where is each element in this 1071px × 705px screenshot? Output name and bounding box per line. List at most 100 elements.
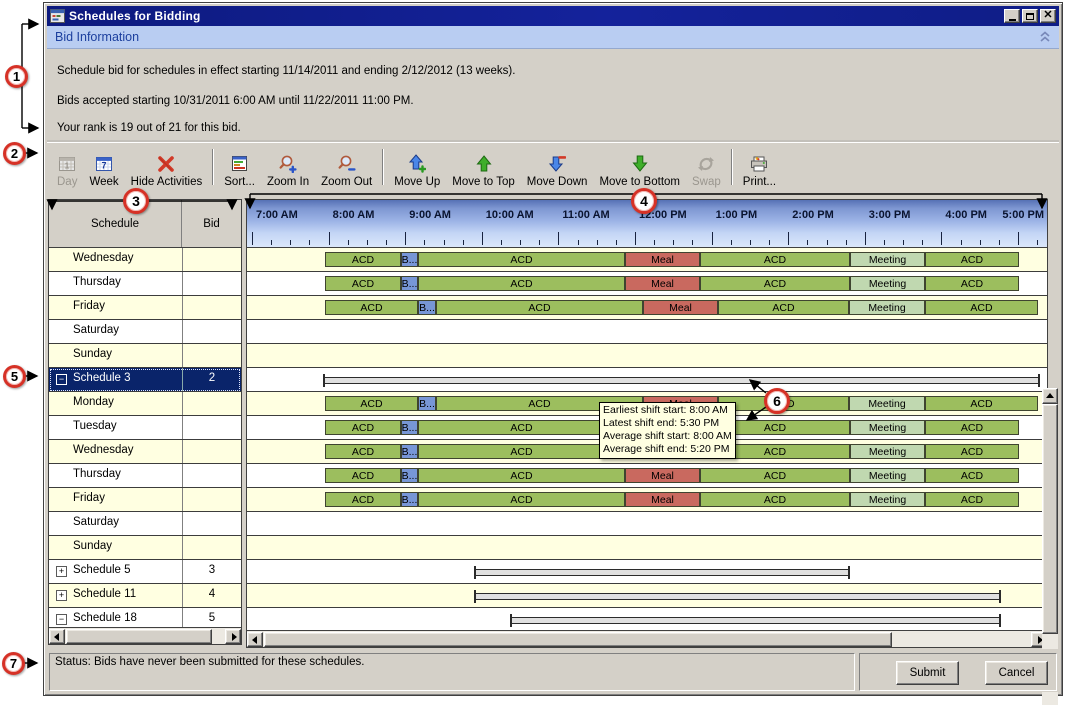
activity-bar-break[interactable]: B...	[401, 252, 418, 267]
close-button[interactable]: ✕	[1040, 9, 1056, 23]
day-row-sunday[interactable]: Sunday	[49, 344, 241, 368]
activity-bar-acd[interactable]: ACD	[925, 276, 1019, 291]
toolbar-button-zoom-in[interactable]: Zoom In	[261, 145, 315, 189]
activity-bar-acd[interactable]: ACD	[325, 276, 401, 291]
cancel-button[interactable]: Cancel	[985, 661, 1048, 685]
expand-icon[interactable]: +	[56, 590, 67, 601]
expand-icon[interactable]: +	[56, 566, 67, 577]
day-row-friday[interactable]: Friday	[49, 488, 241, 512]
day-row-tuesday[interactable]: Tuesday	[49, 416, 241, 440]
double-chevron-up-icon[interactable]	[1039, 31, 1051, 43]
activity-bar-meeting[interactable]: Meeting	[849, 300, 925, 315]
scroll-left-button[interactable]	[49, 629, 65, 644]
activity-bar-meeting[interactable]: Meeting	[849, 396, 925, 411]
toolbar-button-print[interactable]: Print...	[737, 145, 782, 189]
activity-bar-meeting[interactable]: Meeting	[850, 252, 925, 267]
column-header-schedule[interactable]: Schedule	[49, 200, 182, 247]
shift-span-summary-bar[interactable]	[323, 377, 1040, 384]
day-row-friday[interactable]: Friday	[49, 296, 241, 320]
maximize-button[interactable]	[1022, 9, 1038, 23]
activity-bar-acd[interactable]: ACD	[700, 276, 850, 291]
scrollbar-thumb[interactable]	[264, 632, 892, 647]
toolbar-button-move-to-top[interactable]: Move to Top	[446, 145, 520, 189]
toolbar-button-hide-activities[interactable]: Hide Activities	[125, 145, 209, 189]
shift-span-summary-bar[interactable]	[510, 617, 1001, 624]
bid-information-header[interactable]: Bid Information	[47, 26, 1059, 49]
activity-bar-meal[interactable]: Meal	[625, 492, 700, 507]
scroll-up-button[interactable]	[1042, 388, 1058, 404]
activity-bar-meeting[interactable]: Meeting	[850, 420, 925, 435]
activity-bar-acd[interactable]: ACD	[325, 396, 418, 411]
activity-bar-meeting[interactable]: Meeting	[850, 276, 925, 291]
activity-bar-acd[interactable]: ACD	[925, 300, 1038, 315]
activity-bar-meeting[interactable]: Meeting	[850, 444, 925, 459]
day-row-wednesday[interactable]: Wednesday	[49, 440, 241, 464]
shift-span-summary-bar[interactable]	[474, 569, 850, 576]
activity-bar-acd[interactable]: ACD	[925, 492, 1019, 507]
scroll-left-button[interactable]	[247, 632, 263, 647]
activity-bar-break[interactable]: B...	[401, 492, 418, 507]
shift-span-summary-bar[interactable]	[474, 593, 1001, 600]
schedule-row-schedule-3[interactable]: −Schedule 32	[49, 368, 241, 392]
gantt-horizontal-scrollbar[interactable]	[247, 630, 1047, 647]
activity-bar-acd[interactable]: ACD	[925, 444, 1019, 459]
activity-bar-meeting[interactable]: Meeting	[850, 492, 925, 507]
activity-bar-acd[interactable]: ACD	[418, 444, 625, 459]
schedule-row-schedule-5[interactable]: +Schedule 53	[49, 560, 241, 584]
toolbar-button-move-down[interactable]: Move Down	[521, 145, 594, 189]
submit-button[interactable]: Submit	[896, 661, 959, 685]
activity-bar-acd[interactable]: ACD	[700, 492, 850, 507]
activity-bar-acd[interactable]: ACD	[436, 300, 643, 315]
activity-bar-acd[interactable]: ACD	[718, 300, 849, 315]
activity-bar-acd[interactable]: ACD	[325, 468, 401, 483]
activity-bar-acd[interactable]: ACD	[925, 420, 1019, 435]
collapse-icon[interactable]: −	[56, 614, 67, 625]
activity-bar-acd[interactable]: ACD	[418, 252, 625, 267]
activity-bar-acd[interactable]: ACD	[418, 276, 625, 291]
activity-bar-meeting[interactable]: Meeting	[850, 468, 925, 483]
activity-bar-break[interactable]: B...	[401, 276, 418, 291]
schedule-row-schedule-11[interactable]: +Schedule 114	[49, 584, 241, 608]
collapse-icon[interactable]: −	[56, 374, 67, 385]
activity-bar-acd[interactable]: ACD	[325, 420, 401, 435]
scroll-right-button[interactable]	[225, 629, 241, 644]
toolbar-button-move-to-bottom[interactable]: Move to Bottom	[593, 145, 686, 189]
activity-bar-acd[interactable]: ACD	[325, 300, 418, 315]
activity-bar-meal[interactable]: Meal	[625, 252, 700, 267]
day-row-wednesday[interactable]: Wednesday	[49, 248, 241, 272]
column-header-bid[interactable]: Bid	[182, 200, 241, 247]
activity-bar-acd[interactable]: ACD	[418, 420, 625, 435]
activity-bar-acd[interactable]: ACD	[925, 252, 1019, 267]
day-row-thursday[interactable]: Thursday	[49, 272, 241, 296]
title-bar[interactable]: Schedules for Bidding ✕	[47, 6, 1059, 26]
toolbar-button-week[interactable]: 7Week	[83, 145, 124, 189]
toolbar-button-sort[interactable]: Sort...	[218, 145, 261, 189]
day-row-saturday[interactable]: Saturday	[49, 512, 241, 536]
schedule-row-schedule-18[interactable]: −Schedule 185	[49, 608, 241, 628]
scrollbar-thumb[interactable]	[66, 629, 212, 644]
activity-bar-acd[interactable]: ACD	[325, 444, 401, 459]
activity-bar-break[interactable]: B...	[401, 420, 418, 435]
activity-bar-acd[interactable]: ACD	[418, 468, 625, 483]
activity-bar-acd[interactable]: ACD	[325, 252, 401, 267]
toolbar-button-zoom-out[interactable]: Zoom Out	[315, 145, 378, 189]
scrollbar-thumb[interactable]	[1042, 404, 1058, 634]
activity-bar-meal[interactable]: Meal	[625, 276, 700, 291]
activity-bar-break[interactable]: B...	[418, 396, 436, 411]
day-row-monday[interactable]: Monday	[49, 392, 241, 416]
day-row-saturday[interactable]: Saturday	[49, 320, 241, 344]
activity-bar-acd[interactable]: ACD	[925, 468, 1019, 483]
activity-bar-meal[interactable]: Meal	[643, 300, 718, 315]
activity-bar-break[interactable]: B...	[401, 444, 418, 459]
activity-bar-meal[interactable]: Meal	[625, 468, 700, 483]
activity-bar-acd[interactable]: ACD	[700, 468, 850, 483]
day-row-thursday[interactable]: Thursday	[49, 464, 241, 488]
activity-bar-acd[interactable]: ACD	[925, 396, 1038, 411]
schedule-table-horizontal-scrollbar[interactable]	[49, 627, 241, 644]
day-row-sunday[interactable]: Sunday	[49, 536, 241, 560]
activity-bar-break[interactable]: B...	[418, 300, 436, 315]
activity-bar-acd[interactable]: ACD	[418, 492, 625, 507]
toolbar-button-move-up[interactable]: Move Up	[388, 145, 446, 189]
activity-bar-acd[interactable]: ACD	[325, 492, 401, 507]
activity-bar-break[interactable]: B...	[401, 468, 418, 483]
